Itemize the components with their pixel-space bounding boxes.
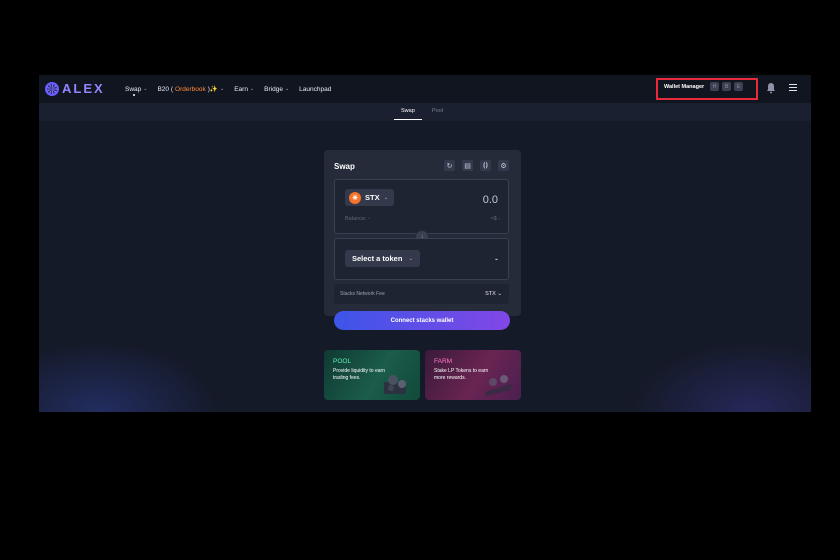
bell-icon[interactable] — [766, 82, 776, 94]
tab-swap[interactable]: Swap — [401, 108, 415, 114]
farm-promo-title: FARM — [434, 358, 453, 365]
wallet-manager-label: Wallet Manager — [664, 83, 705, 90]
alex-logo[interactable]: ALEX — [45, 81, 105, 96]
hamburger-menu-icon[interactable] — [789, 84, 797, 91]
to-amount: - — [495, 254, 498, 264]
wallet-manager-button[interactable]: Wallet Manager H B E — [664, 82, 744, 91]
wallet-chip-e: E — [734, 82, 744, 91]
from-usd-value: ≈$ - — [490, 216, 500, 222]
main-menu: Swap ⌄ B20 (Orderbook)✨ ⌄ Earn ⌄ Bridge … — [125, 75, 331, 103]
stx-icon: ✳ — [349, 191, 361, 204]
app-window: ALEX Swap ⌄ B20 (Orderbook)✨ ⌄ Earn ⌄ Br… — [39, 75, 811, 412]
nav-item-label-highlight: Orderbook — [175, 85, 206, 93]
nav-item-label-prefix: B20 ( — [157, 85, 174, 93]
connect-wallet-button[interactable]: Connect stacks wallet — [334, 311, 510, 330]
to-token-panel: Select a token ⌄ - — [334, 238, 509, 280]
pool-promo-card[interactable]: POOL Provide liquidity to earn trading f… — [324, 350, 420, 400]
top-navbar: ALEX Swap ⌄ B20 (Orderbook)✨ ⌄ Earn ⌄ Br… — [39, 75, 811, 103]
chevron-down-icon: ⌄ — [220, 86, 225, 92]
network-fee-label: Stacks Network Fee — [340, 291, 385, 297]
from-token-name: STX — [365, 193, 380, 202]
nav-item-label: Launchpad — [299, 85, 332, 93]
network-fee-token: STX ⌄ — [485, 291, 502, 297]
wallet-chip-h: H — [710, 82, 720, 91]
nav-item-label: Bridge — [264, 85, 283, 93]
farm-promo-card[interactable]: FARM Stake LP Tokens to earn more reward… — [425, 350, 521, 400]
from-balance: Balance: - — [345, 216, 370, 222]
swap-card: Swap ↻ ▤ ⦗⦘ ⚙ ✳ STX ⌄ 0.0 Balance: - ≈$ … — [324, 150, 521, 330]
pool-illustration-icon — [384, 375, 406, 394]
chevron-down-icon: ⌄ — [408, 255, 414, 262]
chevron-down-icon: ⌄ — [249, 86, 255, 92]
nav-item-b20[interactable]: B20 (Orderbook)✨ ⌄ — [157, 85, 225, 94]
active-indicator — [133, 93, 135, 96]
broadcast-icon[interactable]: ⦗⦘ — [480, 160, 491, 171]
nav-item-launchpad[interactable]: Launchpad — [299, 86, 331, 93]
nav-item-label: Swap — [125, 85, 142, 93]
background-glow-left — [39, 342, 219, 412]
table-icon[interactable]: ▤ — [462, 160, 473, 171]
nav-item-label: Earn — [234, 85, 248, 93]
nav-item-earn[interactable]: Earn ⌄ — [234, 86, 254, 93]
chevron-down-icon: ⌄ — [284, 86, 290, 92]
select-token-label: Select a token — [352, 254, 403, 263]
nav-item-label-suffix: )✨ — [207, 86, 218, 93]
network-fee-row[interactable]: Stacks Network Fee STX ⌄ — [334, 284, 509, 304]
farm-illustration-icon — [485, 375, 511, 396]
chevron-down-icon: ⌄ — [383, 194, 389, 201]
background-glow-right — [631, 342, 811, 412]
wallet-chip-b: B — [722, 82, 732, 91]
logo-text: ALEX — [62, 81, 105, 96]
chevron-down-icon: ⌄ — [143, 86, 148, 92]
swap-card-title: Swap — [334, 162, 355, 171]
tab-pool[interactable]: Pool — [432, 108, 443, 114]
from-token-panel: ✳ STX ⌄ 0.0 Balance: - ≈$ - — [334, 179, 509, 234]
nav-item-bridge[interactable]: Bridge ⌄ — [264, 86, 289, 93]
from-token-selector[interactable]: ✳ STX ⌄ — [345, 189, 395, 206]
pool-promo-title: POOL — [333, 358, 352, 365]
refresh-icon[interactable]: ↻ — [444, 160, 455, 171]
alex-logo-icon — [45, 81, 59, 96]
from-amount-input[interactable]: 0.0 — [483, 194, 498, 206]
sub-navbar: Swap Pool — [39, 103, 811, 121]
nav-item-swap[interactable]: Swap ⌄ — [125, 85, 148, 96]
to-token-selector[interactable]: Select a token ⌄ — [345, 250, 421, 267]
settings-icon[interactable]: ⚙ — [498, 160, 509, 171]
active-tab-underline — [394, 119, 422, 120]
